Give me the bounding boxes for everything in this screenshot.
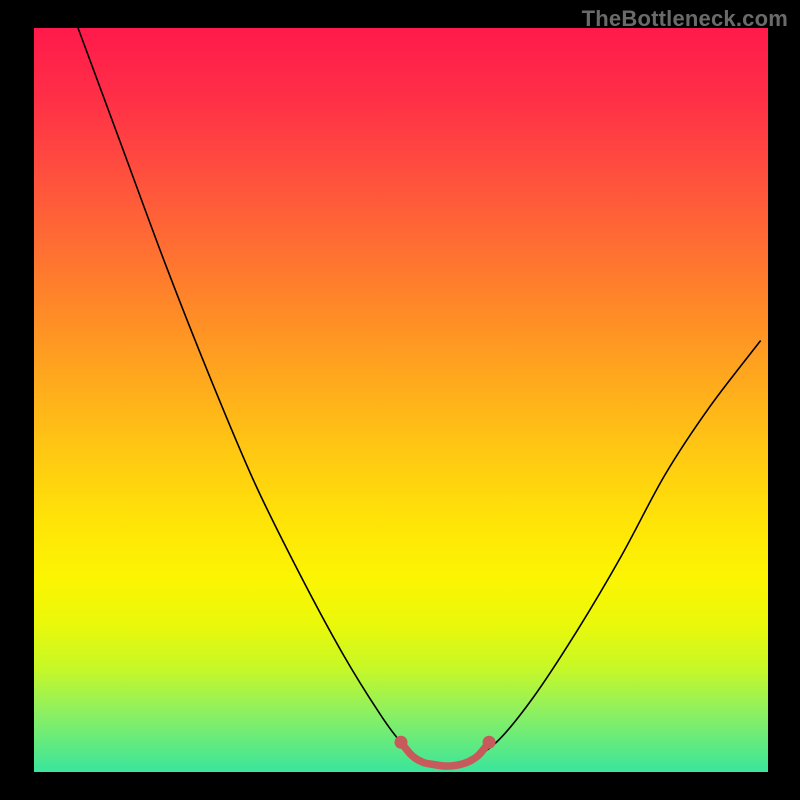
bottleneck-curve: [78, 28, 761, 766]
watermark-text: TheBottleneck.com: [582, 6, 788, 32]
highlight-endpoint-left: [395, 736, 408, 749]
highlight-segment: [401, 742, 489, 766]
chart-svg: [34, 28, 768, 772]
plot-area: [34, 28, 768, 772]
chart-frame: TheBottleneck.com: [0, 0, 800, 800]
highlight-endpoint-right: [483, 736, 496, 749]
